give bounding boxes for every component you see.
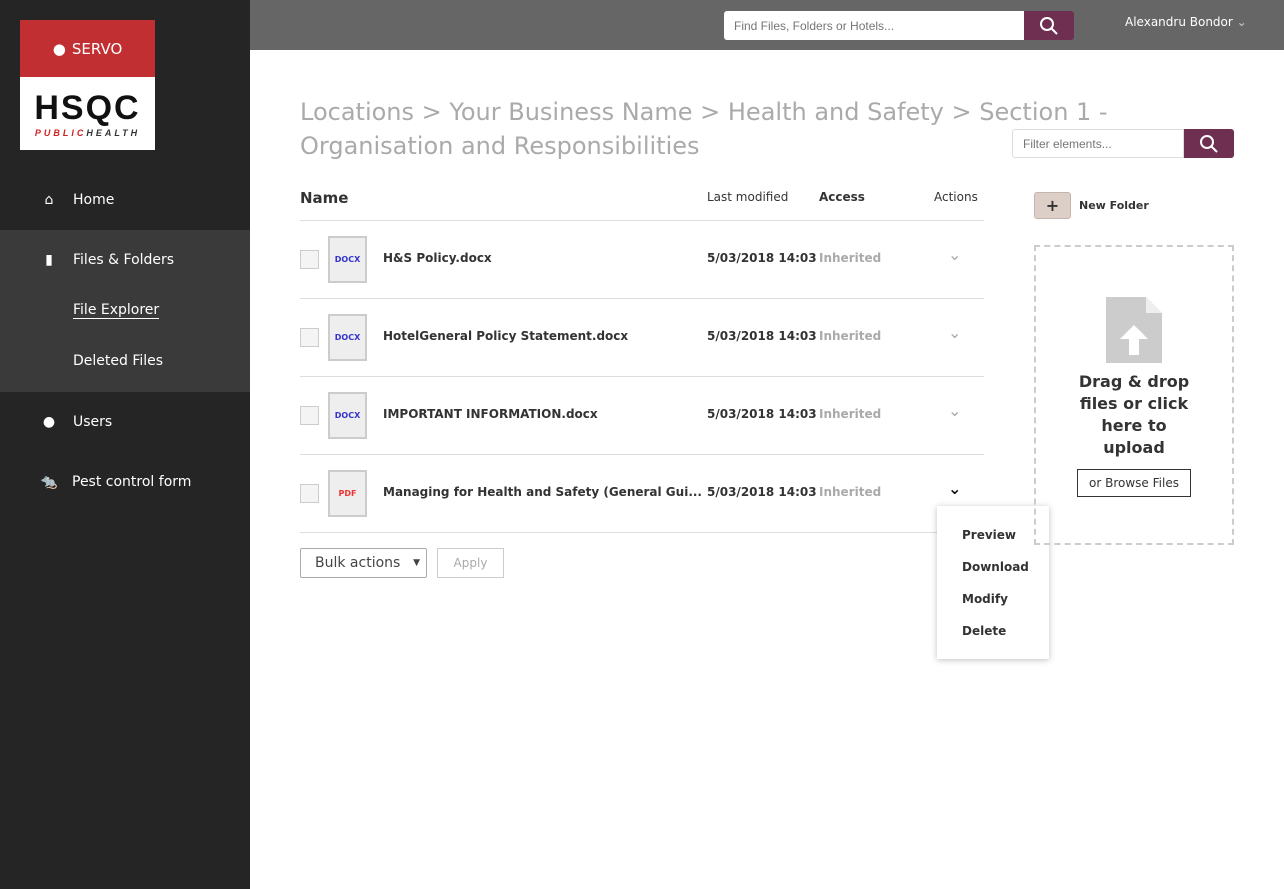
table-row[interactable]: DOCX H&S Policy.docx 5/03/2018 14:03 Inh…	[300, 220, 984, 298]
new-folder-button[interactable]: + New Folder	[1034, 190, 1149, 220]
header-actions: Actions	[934, 190, 978, 204]
new-folder-label: New Folder	[1079, 198, 1149, 212]
caret-icon: ▼	[413, 558, 420, 568]
divider	[300, 532, 984, 533]
sidebar: ● SERVO HSQC PUBLICHEALTH ⌂ Home ▮ Files & …	[0, 0, 250, 889]
filter-input[interactable]	[1012, 129, 1184, 158]
actions-dropdown: Preview Download Modify Delete	[937, 506, 1049, 659]
logo-sub2: HEALTH	[86, 128, 141, 138]
file-name[interactable]: IMPORTANT INFORMATION.docx	[383, 407, 598, 421]
chevron-down-icon[interactable]: ⌄	[948, 479, 961, 498]
upload-dropzone[interactable]: Drag & drop files or click here to uploa…	[1034, 245, 1234, 545]
chevron-down-icon: ⌄	[1236, 15, 1247, 29]
sidebar-item-file-explorer[interactable]: File Explorer	[0, 300, 250, 320]
bulk-label: Bulk actions	[315, 555, 401, 571]
file-icon: ▮	[45, 252, 53, 268]
last-modified: 5/03/2018 14:03	[707, 329, 817, 343]
upload-file-icon	[1106, 297, 1162, 363]
logo-sub: PUBLIC	[34, 128, 87, 138]
header-access[interactable]: Access	[819, 190, 865, 204]
last-modified: 5/03/2018 14:03	[707, 251, 817, 265]
row-checkbox[interactable]	[300, 328, 319, 347]
header-name[interactable]: Name	[300, 189, 348, 207]
table-row[interactable]: PDF Managing for Health and Safety (Gene…	[300, 454, 984, 532]
last-modified: 5/03/2018 14:03	[707, 407, 817, 421]
sidebar-item-deleted-files[interactable]: Deleted Files	[0, 351, 250, 371]
file-name[interactable]: Managing for Health and Safety (General …	[383, 485, 702, 499]
home-icon: ⌂	[44, 192, 54, 208]
file-name[interactable]: HotelGeneral Policy Statement.docx	[383, 329, 628, 343]
docx-file-icon: DOCX	[328, 392, 367, 439]
bulk-actions-select[interactable]: Bulk actions ▼	[300, 548, 427, 578]
chevron-down-icon[interactable]: ⌄	[948, 323, 961, 342]
menu-delete[interactable]: Delete	[962, 624, 1006, 638]
chevron-down-icon[interactable]: ⌄	[948, 401, 961, 420]
label: Deleted Files	[73, 353, 164, 369]
logo: ● SERVO HSQC PUBLICHEALTH	[20, 20, 155, 150]
label: Users	[73, 414, 113, 430]
rat-icon: 🐀	[40, 474, 58, 490]
file-name[interactable]: H&S Policy.docx	[383, 251, 492, 265]
apply-button[interactable]: Apply	[437, 548, 504, 578]
user-menu[interactable]: Alexandru Bondor ⌄	[1125, 15, 1247, 29]
user-name: Alexandru Bondor	[1125, 15, 1233, 29]
access: Inherited	[819, 251, 882, 265]
label: Home	[73, 192, 115, 208]
sidebar-item-pest-control[interactable]: 🐀 Pest control form	[0, 472, 250, 492]
label: Files & Folders	[73, 252, 175, 268]
sidebar-item-home[interactable]: ⌂ Home	[0, 190, 250, 210]
access: Inherited	[819, 485, 882, 499]
search-icon	[1200, 134, 1218, 153]
folder-plus-icon: +	[1034, 191, 1071, 219]
filter-button[interactable]	[1184, 129, 1234, 158]
global-search-input[interactable]	[724, 11, 1024, 40]
logo-text: HSQC	[34, 89, 141, 127]
access: Inherited	[819, 329, 882, 343]
pdf-file-icon: PDF	[328, 470, 367, 517]
menu-preview[interactable]: Preview	[962, 528, 1016, 542]
chevron-down-icon[interactable]: ⌄	[948, 245, 961, 264]
last-modified: 5/03/2018 14:03	[707, 485, 817, 499]
user-icon: ●	[42, 414, 56, 430]
upload-text: Drag & drop files or click here to uploa…	[1078, 372, 1190, 457]
sidebar-item-users[interactable]: ● Users	[0, 412, 250, 432]
header-modified[interactable]: Last modified	[707, 190, 788, 204]
browse-files-button[interactable]: or Browse Files	[1077, 469, 1191, 497]
search-icon	[1040, 16, 1058, 35]
row-checkbox[interactable]	[300, 250, 319, 269]
docx-file-icon: DOCX	[328, 314, 367, 361]
sidebar-item-files[interactable]: ▮ Files & Folders	[0, 250, 250, 270]
table-row[interactable]: DOCX HotelGeneral Policy Statement.docx …	[300, 298, 984, 376]
row-checkbox[interactable]	[300, 406, 319, 425]
menu-download[interactable]: Download	[962, 560, 1029, 574]
brand-name: SERVO	[71, 39, 123, 58]
menu-modify[interactable]: Modify	[962, 592, 1008, 606]
label: File Explorer	[73, 301, 160, 319]
docx-file-icon: DOCX	[328, 236, 367, 283]
top-bar: Alexandru Bondor ⌄	[250, 0, 1284, 50]
access: Inherited	[819, 407, 882, 421]
user-icon: ●	[52, 39, 66, 58]
search-button[interactable]	[1024, 11, 1074, 40]
table-row[interactable]: DOCX IMPORTANT INFORMATION.docx 5/03/201…	[300, 376, 984, 454]
row-checkbox[interactable]	[300, 484, 319, 503]
label: Pest control form	[72, 474, 192, 490]
